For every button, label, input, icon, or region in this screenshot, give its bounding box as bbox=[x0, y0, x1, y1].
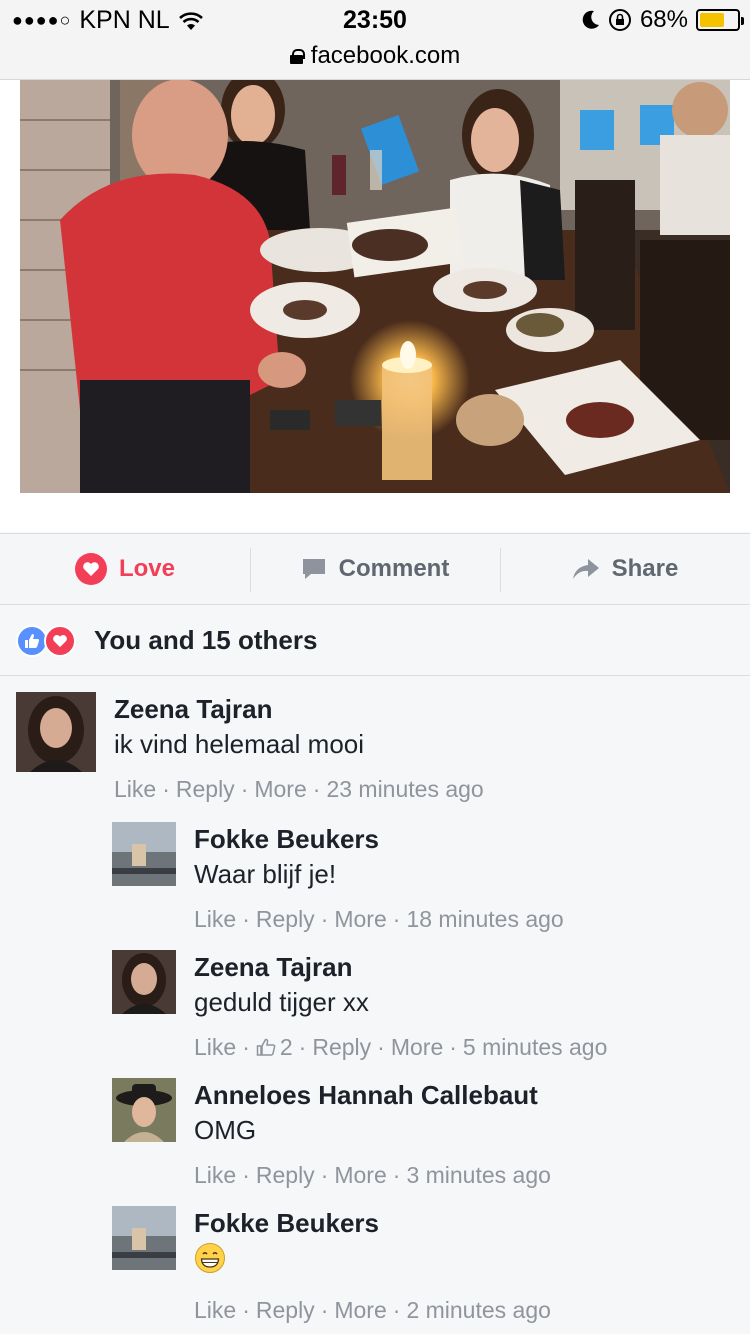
comment-icon bbox=[302, 559, 325, 579]
reply-link[interactable]: Reply bbox=[256, 1160, 315, 1190]
reply-link[interactable]: Reply bbox=[256, 1295, 315, 1325]
post-photo[interactable] bbox=[20, 80, 730, 493]
comment-label: Comment bbox=[338, 555, 450, 582]
comment: Zeena Tajran ik vind helemaal mooi Like ·… bbox=[16, 692, 484, 804]
battery-level bbox=[700, 13, 725, 27]
commenter-name[interactable]: Anneloes Hannah Callebaut bbox=[194, 1078, 551, 1112]
comment-actions: Like · Reply · More · 3 minutes ago bbox=[194, 1160, 551, 1190]
reaction-icons bbox=[16, 624, 80, 657]
comment-timestamp: 23 minutes ago bbox=[326, 776, 484, 802]
post-action-bar: Love Comment Share bbox=[0, 533, 750, 605]
reply-comment: Anneloes Hannah Callebaut OMG Like · Repl… bbox=[112, 1078, 551, 1190]
commenter-name[interactable]: Fokke Beukers bbox=[194, 822, 564, 856]
comment-text: Waar blijf je! bbox=[194, 859, 337, 889]
comment-actions: Like · 2 · Reply · More · 5 minutes ago bbox=[194, 1032, 608, 1062]
comment-actions: Like · Reply · More · 23 minutes ago bbox=[114, 774, 484, 804]
comment-like-count[interactable]: 2 bbox=[256, 1032, 293, 1062]
comment-body: Zeena Tajran geduld tijger xx Like · 2 · … bbox=[194, 950, 607, 1062]
comment-actions: Like · Reply · More · 18 minutes ago bbox=[194, 904, 564, 934]
more-link[interactable]: More bbox=[334, 904, 386, 934]
like-link[interactable]: Like bbox=[194, 1032, 236, 1062]
love-reaction-icon bbox=[44, 624, 76, 657]
battery-percent: 68% bbox=[639, 6, 688, 33]
more-link[interactable]: More bbox=[254, 774, 306, 804]
avatar[interactable] bbox=[16, 692, 96, 772]
commenter-name[interactable]: Zeena Tajran bbox=[194, 950, 607, 984]
url-text: facebook.com bbox=[310, 42, 461, 69]
share-label: Share bbox=[611, 555, 679, 582]
avatar[interactable] bbox=[112, 1078, 176, 1142]
restaurant-dinner-photo bbox=[20, 80, 730, 493]
comment-timestamp: 3 minutes ago bbox=[406, 1162, 551, 1188]
commenter-name[interactable]: Fokke Beukers bbox=[194, 1206, 551, 1240]
comment-text: ik vind helemaal mooi bbox=[114, 729, 365, 759]
like-link[interactable]: Like bbox=[194, 904, 236, 934]
system-icons: 68% bbox=[580, 6, 744, 34]
reactions-summary[interactable]: You and 15 others bbox=[0, 606, 750, 676]
comment-text bbox=[194, 1240, 551, 1283]
comment-text: geduld tijger xx bbox=[194, 987, 369, 1017]
comment-body: Zeena Tajran ik vind helemaal mooi Like ·… bbox=[114, 692, 484, 804]
avatar[interactable] bbox=[112, 950, 176, 1014]
status-bar: ●●●●○ KPN NL 23:50 68% facebook.com bbox=[0, 0, 750, 80]
address-bar[interactable]: facebook.com bbox=[0, 42, 750, 70]
share-button[interactable]: Share bbox=[500, 534, 750, 604]
avatar[interactable] bbox=[112, 1206, 176, 1270]
avatar[interactable] bbox=[112, 822, 176, 886]
like-link[interactable]: Like bbox=[194, 1295, 236, 1325]
comment-actions: Like · Reply · More · 2 minutes ago bbox=[194, 1295, 551, 1325]
love-label: Love bbox=[118, 555, 175, 582]
reactions-count-text: You and 15 others bbox=[94, 625, 318, 655]
like-link[interactable]: Like bbox=[194, 1160, 236, 1190]
comment-timestamp: 18 minutes ago bbox=[406, 906, 564, 932]
comment-timestamp: 2 minutes ago bbox=[406, 1297, 551, 1323]
moon-icon bbox=[582, 10, 599, 29]
commenter-name[interactable]: Zeena Tajran bbox=[114, 692, 484, 726]
share-arrow-icon bbox=[572, 559, 599, 579]
reply-link[interactable]: Reply bbox=[312, 1032, 371, 1062]
like-link[interactable]: Like bbox=[114, 774, 156, 804]
comment-timestamp: 5 minutes ago bbox=[462, 1034, 608, 1060]
rotation-lock-icon bbox=[608, 9, 631, 31]
lock-icon bbox=[289, 48, 305, 64]
reply-link[interactable]: Reply bbox=[256, 904, 315, 934]
reply-link[interactable]: Reply bbox=[176, 774, 235, 804]
like-count: 2 bbox=[279, 1034, 293, 1060]
grinning-face-icon bbox=[195, 1243, 225, 1273]
love-button[interactable]: Love bbox=[0, 534, 250, 604]
reply-comment: Zeena Tajran geduld tijger xx Like · 2 · … bbox=[112, 950, 607, 1062]
more-link[interactable]: More bbox=[334, 1160, 386, 1190]
more-link[interactable]: More bbox=[334, 1295, 386, 1325]
thumbs-up-icon bbox=[256, 1038, 276, 1056]
reply-comment: Fokke Beukers Like · Reply · More · 2 minut… bbox=[112, 1206, 551, 1325]
comment-body: Fokke Beukers Like · Reply · More · 2 minut… bbox=[194, 1206, 551, 1325]
comment-text: OMG bbox=[194, 1115, 257, 1145]
post-photo-area bbox=[0, 80, 750, 532]
heart-icon bbox=[74, 553, 107, 585]
reply-comment: Fokke Beukers Waar blijf je! Like · Reply… bbox=[112, 822, 564, 934]
more-link[interactable]: More bbox=[391, 1032, 443, 1062]
comment-button[interactable]: Comment bbox=[250, 534, 500, 604]
comment-body: Fokke Beukers Waar blijf je! Like · Reply… bbox=[194, 822, 564, 934]
comment-body: Anneloes Hannah Callebaut OMG Like · Repl… bbox=[194, 1078, 551, 1190]
battery-icon bbox=[696, 9, 744, 31]
